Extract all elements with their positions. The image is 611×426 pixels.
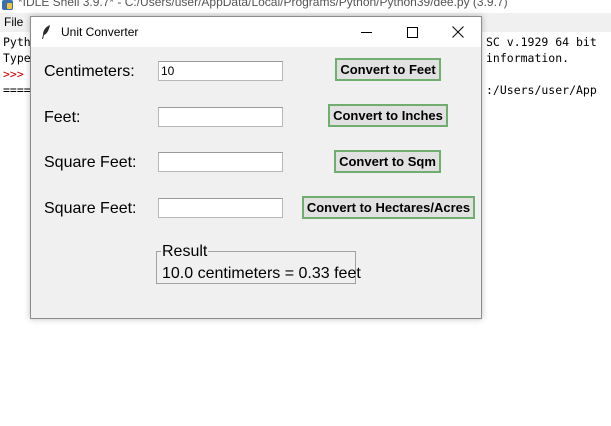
shell-prompt: >>> [3, 67, 24, 81]
result-legend: Result [161, 243, 209, 261]
result-text: 10.0 centimeters = 0.33 feet [162, 265, 361, 282]
convert-to-inches-button[interactable]: Convert to Inches [328, 104, 448, 127]
menu-file[interactable]: File [4, 15, 23, 29]
shell-line: Type [3, 51, 31, 65]
python-icon [2, 0, 13, 10]
maximize-icon [406, 26, 418, 38]
feet-input[interactable] [158, 107, 283, 127]
centimeters-input[interactable] [158, 61, 283, 81]
unit-converter-window: Unit Converter Centimeters: Convert to F… [30, 16, 482, 319]
convert-to-hectares-acres-button[interactable]: Convert to Hectares/Acres [302, 196, 475, 219]
square-feet-input[interactable] [158, 152, 283, 172]
convert-to-sqm-button[interactable]: Convert to Sqm [334, 150, 441, 173]
shell-line: information. [486, 51, 570, 65]
square-feet-label-2: Square Feet: [44, 200, 137, 217]
square-feet-label: Square Feet: [44, 154, 137, 171]
window-titlebar[interactable]: Unit Converter [31, 17, 481, 47]
shell-line: SC v.1929 64 bit [486, 35, 597, 49]
close-icon [452, 26, 464, 38]
close-button[interactable] [435, 17, 481, 47]
centimeters-label: Centimeters: [44, 63, 135, 80]
idle-titlebar: *IDLE Shell 3.9.7* - C:/Users/user/AppDa… [0, 0, 611, 13]
minimize-icon [360, 31, 372, 33]
feather-icon [42, 25, 50, 39]
maximize-button[interactable] [389, 17, 435, 47]
idle-window-title: *IDLE Shell 3.9.7* - C:/Users/user/AppDa… [18, 0, 508, 9]
shell-line: ==== [3, 83, 31, 97]
window-title: Unit Converter [61, 25, 139, 39]
shell-line: Pyth [3, 35, 31, 49]
convert-to-feet-button[interactable]: Convert to Feet [335, 58, 441, 81]
shell-line: :/Users/user/App [486, 83, 597, 97]
feet-label: Feet: [44, 109, 81, 126]
minimize-button[interactable] [343, 17, 389, 47]
square-feet-input-2[interactable] [158, 198, 283, 218]
